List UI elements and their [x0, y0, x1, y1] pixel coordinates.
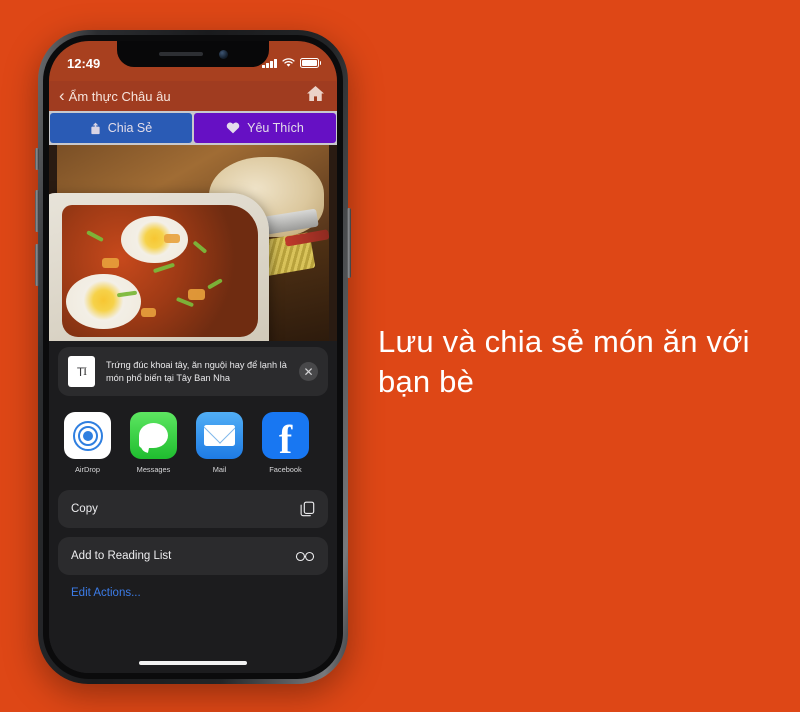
action-row-reading-list[interactable]: Add to Reading List — [58, 537, 328, 575]
action-row-label: Copy — [71, 503, 98, 515]
heart-icon — [226, 122, 240, 134]
share-button-label: Chia Sẻ — [107, 121, 153, 135]
share-icon — [91, 122, 100, 134]
airdrop-icon — [64, 412, 111, 459]
share-action-list: Copy Add to Reading List Edit Actions... — [58, 484, 328, 599]
share-target-label: Facebook — [269, 465, 302, 474]
nav-back-label: Ẩm thực Châu âu — [68, 88, 171, 104]
battery-icon — [299, 58, 321, 68]
caption-text: Lưu và chia sẻ món ăn với bạn bè — [378, 324, 750, 399]
action-button-bar: Chia Sẻ Yêu Thích — [49, 111, 337, 145]
status-bar-clock: 12:49 — [67, 55, 101, 71]
share-target-messages[interactable]: Messages — [130, 412, 177, 474]
share-target-mail[interactable]: Mail — [196, 412, 243, 474]
facebook-icon: f — [262, 412, 309, 459]
wifi-icon — [281, 58, 295, 67]
volume-down-button[interactable] — [35, 244, 39, 286]
favorite-button-label: Yêu Thích — [247, 121, 304, 135]
home-icon[interactable] — [306, 85, 325, 107]
app-nav-bar: ‹ Ẩm thực Châu âu — [49, 81, 337, 111]
glasses-icon — [295, 551, 315, 562]
close-icon[interactable]: ✕ — [299, 362, 318, 381]
status-bar-indicators — [262, 58, 321, 68]
share-target-label: AirDrop — [74, 465, 101, 474]
copy-icon — [300, 501, 315, 517]
volume-up-button[interactable] — [35, 190, 39, 232]
phone-device-frame: 12:49 ‹ Ẩm thực Châu âu Chia Sẻ Yêu Thíc… — [35, 30, 351, 684]
text-document-icon: TI — [68, 356, 95, 387]
share-button[interactable]: Chia Sẻ — [50, 113, 192, 143]
chevron-left-icon: ‹ — [59, 85, 65, 105]
share-sheet: TI Trứng đúc khoai tây, ăn nguội hay để … — [49, 341, 337, 673]
food-photo — [49, 145, 337, 345]
nav-back-button[interactable]: ‹ Ẩm thực Châu âu — [59, 85, 171, 105]
mute-switch[interactable] — [35, 148, 39, 170]
mail-icon — [196, 412, 243, 459]
front-camera-icon — [218, 49, 228, 59]
screenshot-canvas: 12:49 ‹ Ẩm thực Châu âu Chia Sẻ Yêu Thíc… — [0, 0, 800, 712]
messages-icon — [130, 412, 177, 459]
action-row-label: Add to Reading List — [71, 550, 172, 562]
share-target-label: Mail — [212, 465, 227, 474]
home-indicator[interactable] — [139, 661, 247, 665]
share-target-airdrop[interactable]: AirDrop — [64, 412, 111, 474]
share-preview-text: Trứng đúc khoai tây, ăn nguội hay để lạn… — [106, 359, 287, 383]
action-row-copy[interactable]: Copy — [58, 490, 328, 528]
phone-screen: 12:49 ‹ Ẩm thực Châu âu Chia Sẻ Yêu Thíc… — [49, 41, 337, 673]
share-target-facebook[interactable]: f Facebook — [262, 412, 309, 474]
share-preview[interactable]: TI Trứng đúc khoai tây, ăn nguội hay để … — [58, 347, 328, 396]
favorite-button[interactable]: Yêu Thích — [194, 113, 336, 143]
power-button[interactable] — [347, 208, 351, 278]
edit-actions-link[interactable]: Edit Actions... — [58, 584, 328, 599]
share-target-label: Messages — [136, 465, 171, 474]
phone-bezel: 12:49 ‹ Ẩm thực Châu âu Chia Sẻ Yêu Thíc… — [43, 35, 343, 679]
notch — [117, 41, 269, 67]
share-app-row: AirDrop Messages Mail f Facebook — [58, 396, 328, 484]
earpiece-speaker-icon — [158, 52, 203, 56]
